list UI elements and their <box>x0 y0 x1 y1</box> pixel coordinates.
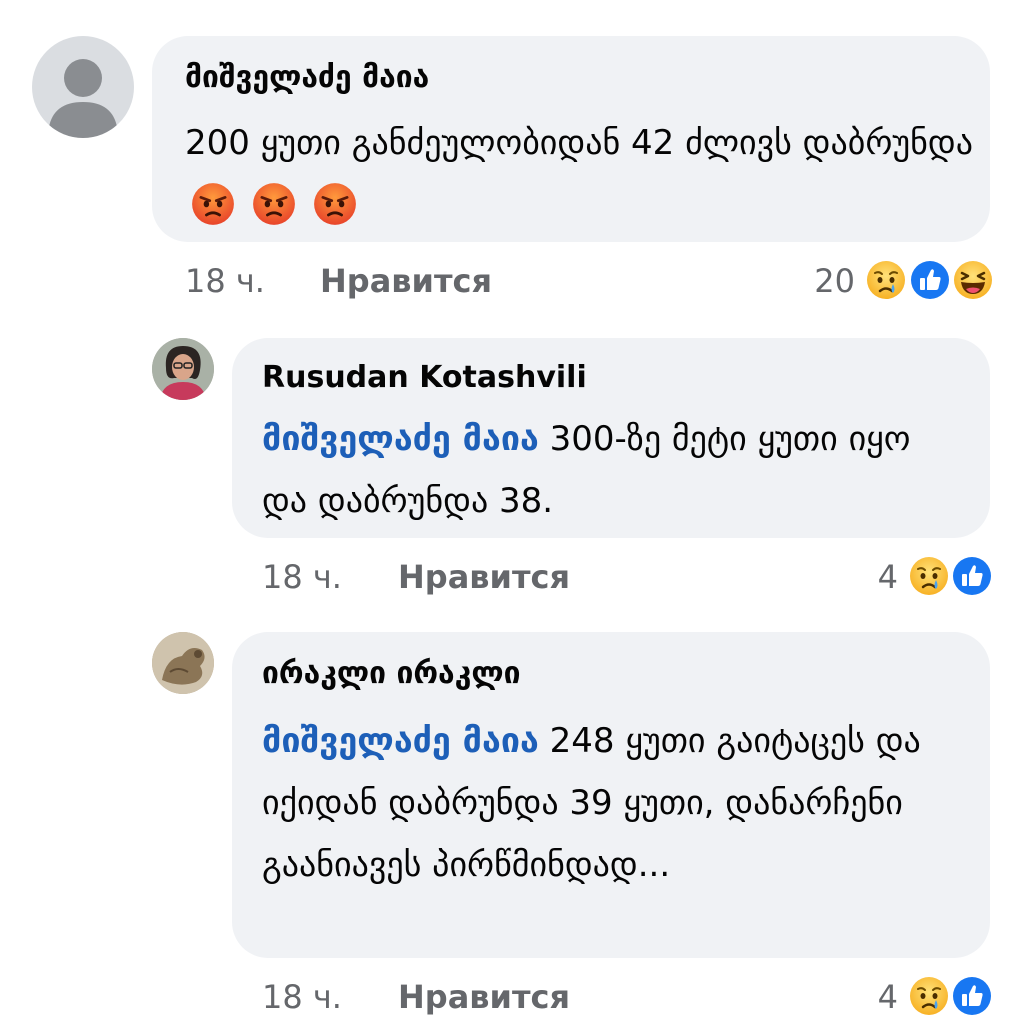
avatar-rusudan[interactable] <box>152 338 214 400</box>
like-button[interactable]: Нравится <box>320 262 492 300</box>
comment-author[interactable]: ირაკლი ირაკლი <box>262 656 520 691</box>
profile-photo-icon <box>152 632 214 694</box>
angry-face-icon <box>313 182 357 226</box>
angry-face-icon <box>191 182 235 226</box>
sad-face-icon <box>909 556 949 596</box>
avatar-irakli[interactable] <box>152 632 214 694</box>
comment-body: 200 ყუთი განძეულობიდან 42 ძლივს დაბრუნდა <box>185 123 973 163</box>
reaction-count[interactable]: 4 <box>830 978 898 1016</box>
laughing-face-icon <box>953 260 993 300</box>
reaction-count[interactable]: 20 <box>780 262 855 300</box>
default-profile-icon <box>48 59 118 138</box>
like-button[interactable]: Нравится <box>398 978 570 1016</box>
comment-text: მიშველაძე მაია 248 ყუთი გაიტაცეს და იქიდ… <box>262 710 962 896</box>
angry-face-icon <box>252 182 296 226</box>
mention-link[interactable]: მიშველაძე მაია <box>262 419 539 459</box>
mention-link[interactable]: მიშველაძე მაია <box>262 721 539 761</box>
reaction-count[interactable]: 4 <box>830 558 898 596</box>
sad-face-icon <box>866 260 906 300</box>
like-icon <box>910 260 950 300</box>
like-button[interactable]: Нравится <box>398 558 570 596</box>
comment-timestamp[interactable]: 18 ч. <box>185 262 265 300</box>
comment-text: მიშველაძე მაია 300-ზე მეტი ყუთი იყო და დ… <box>262 408 962 532</box>
like-icon <box>952 976 992 1016</box>
comment-timestamp[interactable]: 18 ч. <box>262 978 342 1016</box>
comment-author[interactable]: Rusudan Kotashvili <box>262 360 587 395</box>
comment-author[interactable]: მიშველაძე მაია <box>185 60 429 95</box>
profile-photo-icon <box>152 338 214 400</box>
comment-text: 200 ყუთი განძეულობიდან 42 ძლივს დაბრუნდა <box>185 112 975 236</box>
comment-timestamp[interactable]: 18 ч. <box>262 558 342 596</box>
sad-face-icon <box>909 976 949 1016</box>
avatar-default[interactable] <box>32 36 134 138</box>
like-icon <box>952 556 992 596</box>
